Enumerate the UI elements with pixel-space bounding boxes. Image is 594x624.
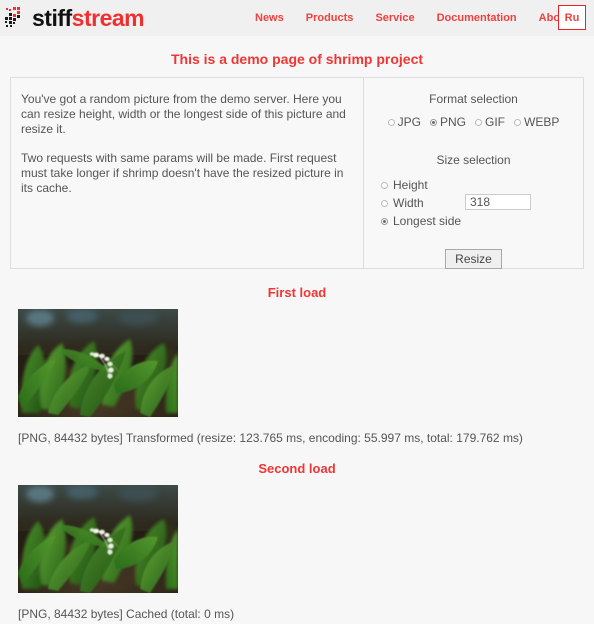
- radio-icon-jpg[interactable]: [387, 118, 395, 126]
- second-load-image: [18, 485, 178, 593]
- resize-button[interactable]: Resize: [445, 249, 502, 269]
- first-load-title: First load: [267, 285, 327, 300]
- logo-text: stiffstream: [32, 4, 145, 31]
- controls-panel: Format selection JPG PNG GIF WEBP Size s…: [364, 78, 583, 269]
- language-switch-button[interactable]: Ru: [558, 5, 586, 30]
- first-load-block: First load [PNG, 84432 bytes] Transforme…: [0, 285, 594, 445]
- radio-icon-width[interactable]: [381, 199, 388, 207]
- nav-link-news[interactable]: News: [255, 12, 284, 24]
- size-option-longest-side[interactable]: Longest side: [381, 213, 583, 229]
- site-header: stiffstream News Products Service Docume…: [0, 0, 594, 36]
- format-selection-title: Format selection: [429, 92, 518, 106]
- size-radio-group: Height Width Longest side: [364, 177, 583, 229]
- logo-text-dark: stiff: [32, 4, 72, 31]
- format-label-webp: WEBP: [524, 115, 560, 129]
- size-label-longest-side: Longest side: [393, 214, 462, 228]
- format-label-png: PNG: [439, 115, 466, 129]
- lily-of-the-valley-photo-icon: [18, 309, 178, 417]
- pixel-blocks-logo-icon: [5, 7, 20, 27]
- description-panel: You've got a random picture from the dem…: [11, 78, 364, 268]
- size-option-height[interactable]: Height: [381, 177, 583, 193]
- size-value-input[interactable]: [465, 194, 531, 210]
- size-label-height: Height: [393, 178, 428, 192]
- radio-icon-height[interactable]: [381, 181, 388, 189]
- format-option-jpg[interactable]: JPG: [387, 115, 421, 129]
- description-paragraph-2: Two requests with same params will be ma…: [21, 151, 344, 195]
- second-load-status: [PNG, 84432 bytes] Cached (total: 0 ms): [18, 607, 235, 621]
- second-load-title: Second load: [258, 461, 336, 476]
- format-option-png[interactable]: PNG: [429, 115, 466, 129]
- nav-link-documentation[interactable]: Documentation: [437, 12, 517, 24]
- format-label-gif: GIF: [485, 115, 505, 129]
- format-radio-group: JPG PNG GIF WEBP: [364, 115, 583, 129]
- logo-text-red: stream: [71, 4, 145, 31]
- nav-link-service[interactable]: Service: [375, 12, 414, 24]
- demo-panel: You've got a random picture from the dem…: [10, 77, 584, 269]
- size-selection-title: Size selection: [436, 153, 511, 167]
- radio-icon-gif[interactable]: [475, 118, 482, 126]
- format-option-webp[interactable]: WEBP: [514, 115, 559, 129]
- description-paragraph-1: You've got a random picture from the dem…: [21, 92, 346, 136]
- radio-icon-png[interactable]: [429, 118, 437, 126]
- main-navigation: News Products Service Documentation Abou…: [255, 0, 570, 36]
- second-load-block: Second load [PNG, 84432 bytes] Cached (t…: [0, 461, 594, 621]
- first-load-status: [PNG, 84432 bytes] Transformed (resize: …: [18, 431, 523, 445]
- lily-of-the-valley-photo-icon-2: [18, 485, 178, 593]
- resize-button-wrap: Resize: [364, 249, 583, 269]
- nav-link-products[interactable]: Products: [306, 12, 354, 24]
- site-logo[interactable]: stiffstream: [4, 4, 145, 31]
- radio-icon-longest-side[interactable]: [381, 217, 388, 225]
- format-label-jpg: JPG: [397, 115, 421, 129]
- format-option-gif[interactable]: GIF: [475, 115, 505, 129]
- radio-icon-webp[interactable]: [514, 118, 521, 126]
- page-title: This is a demo page of shrimp project: [170, 51, 424, 67]
- first-load-image: [18, 309, 178, 417]
- size-label-width: Width: [393, 196, 424, 210]
